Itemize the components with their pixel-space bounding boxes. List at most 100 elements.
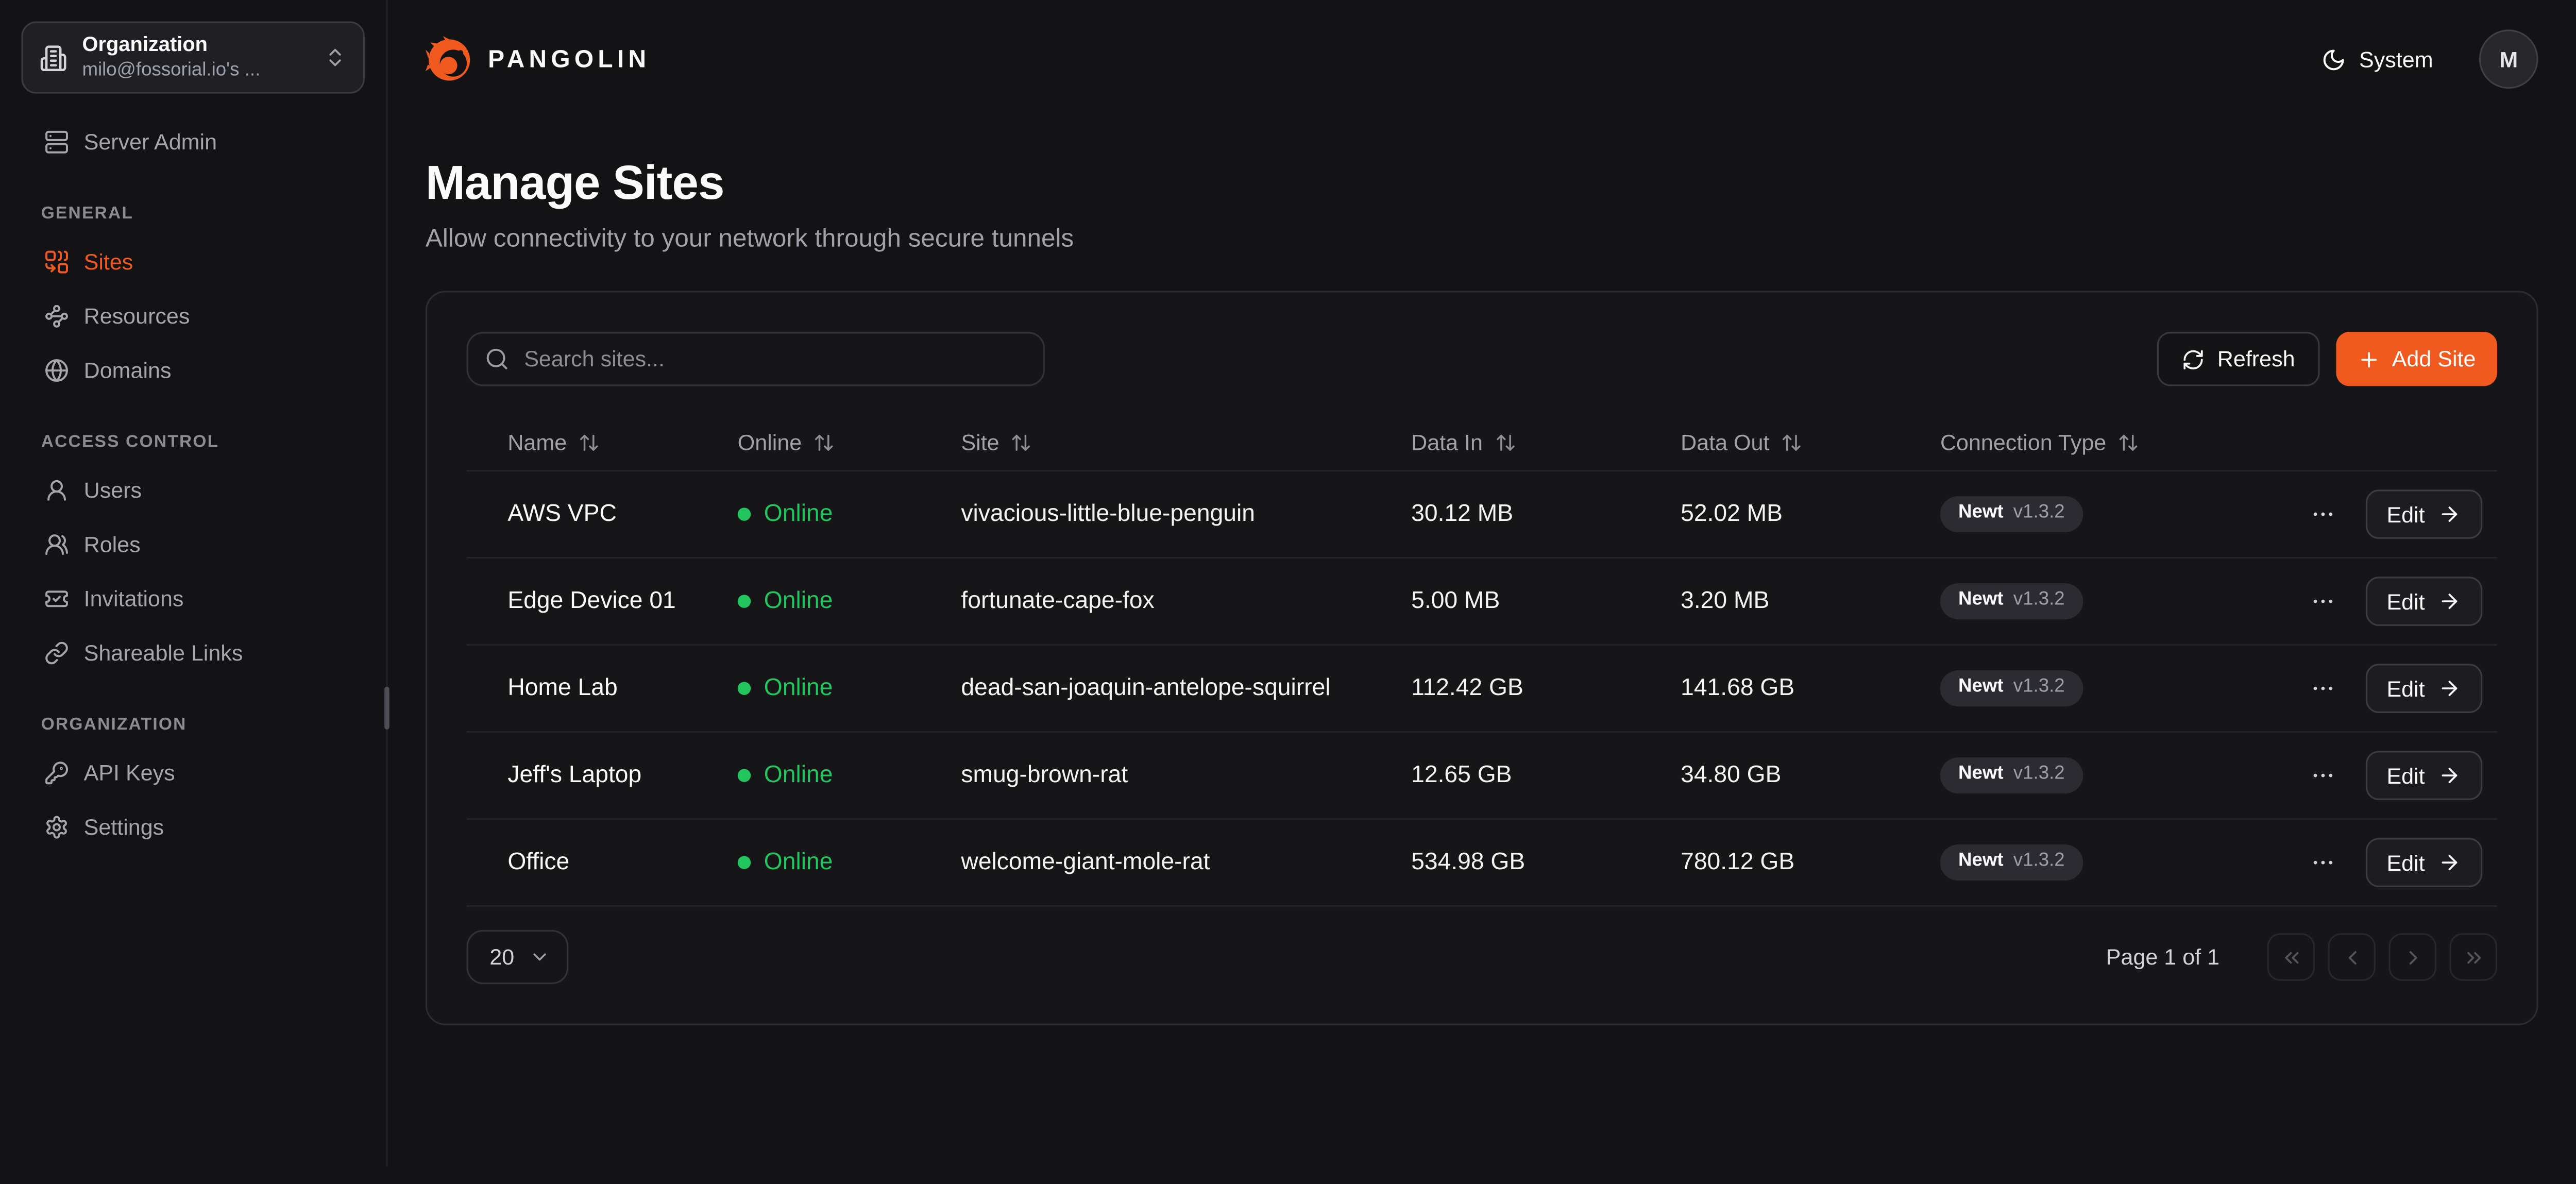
column-header-name[interactable]: Name [507, 430, 737, 454]
connection-type-name: Newt [1958, 766, 2004, 785]
connection-type-name: Newt [1958, 679, 2004, 698]
column-header-data-in[interactable]: Data In [1411, 430, 1681, 454]
sort-arrows-icon [1781, 431, 1802, 452]
next-page-button[interactable] [2388, 933, 2436, 980]
user-icon [44, 478, 69, 503]
column-header-online[interactable]: Online [738, 430, 961, 454]
chevrons-left-icon [2279, 945, 2302, 969]
column-header-data-out[interactable]: Data Out [1681, 430, 1940, 454]
sidebar-item-label: API Keys [84, 760, 175, 785]
pangolin-mark-icon [426, 36, 473, 83]
toolbar-actions: Refresh Add Site [2157, 332, 2497, 386]
page-size-select[interactable]: 20 [467, 930, 569, 984]
connection-type-name: Newt [1958, 592, 2004, 611]
sidebar-item-users[interactable]: Users [21, 463, 364, 517]
online-dot [738, 769, 751, 782]
chevrons-right-icon [2462, 945, 2485, 969]
row-menu-button[interactable] [2306, 498, 2339, 531]
ellipsis-icon [2310, 850, 2336, 876]
connection-type-version: v1.3.2 [2013, 679, 2065, 698]
refresh-button[interactable]: Refresh [2157, 332, 2320, 386]
row-menu-button[interactable] [2306, 672, 2339, 705]
theme-toggle-button[interactable]: System [2312, 45, 2443, 73]
pangolin-logo[interactable]: PANGOLIN [426, 36, 650, 83]
sidebar-item-api-keys[interactable]: API Keys [21, 746, 364, 800]
site-tunnel-cell: welcome-giant-mole-rat [961, 850, 1411, 876]
sidebar-section-organization: ORGANIZATION [21, 715, 364, 734]
first-page-button[interactable] [2267, 933, 2315, 980]
connection-type-cell: Newt v1.3.2 [1940, 845, 2277, 881]
data-in-cell: 30.12 MB [1411, 501, 1681, 528]
data-out-cell: 780.12 GB [1681, 850, 1940, 876]
table-header-row: Name Online Site Data In Data Out [467, 414, 2497, 470]
add-site-button[interactable]: Add Site [2336, 332, 2497, 386]
data-in-cell: 534.98 GB [1411, 850, 1681, 876]
previous-page-button[interactable] [2328, 933, 2375, 980]
waypoints-icon [44, 304, 69, 329]
row-actions-cell: Edit [2277, 489, 2497, 539]
sort-arrows-icon [814, 431, 835, 452]
online-dot [738, 856, 751, 869]
site-name-cell: Home Lab [507, 675, 737, 702]
sidebar-item-label: Server Admin [84, 130, 217, 155]
row-menu-button[interactable] [2306, 846, 2339, 879]
edit-label: Edit [2386, 589, 2425, 614]
sidebar-resize-handle[interactable] [384, 687, 389, 730]
pagination-controls [2267, 933, 2497, 980]
connection-type-version: v1.3.2 [2013, 853, 2065, 872]
edit-button[interactable]: Edit [2365, 838, 2482, 887]
sort-arrows-icon [1494, 431, 1515, 452]
online-dot [738, 508, 751, 521]
column-header-site[interactable]: Site [961, 430, 1411, 454]
connection-type-cell: Newt v1.3.2 [1940, 497, 2277, 532]
data-in-cell: 5.00 MB [1411, 588, 1681, 615]
online-dot [738, 595, 751, 608]
main-content: PANGOLIN System M Manage Sites Allow con… [389, 0, 2576, 1166]
chevron-right-icon [2401, 945, 2424, 969]
organization-value: milo@fossorial.io's ... [82, 59, 309, 82]
column-header-connection-type[interactable]: Connection Type [1940, 430, 2277, 454]
topbar-right: System M [2312, 29, 2538, 89]
row-actions-cell: Edit [2277, 838, 2497, 887]
edit-label: Edit [2386, 850, 2425, 875]
site-status-cell: Online [738, 675, 961, 702]
sidebar-item-server-admin[interactable]: Server Admin [21, 115, 364, 169]
row-menu-button[interactable] [2306, 759, 2339, 792]
brand-name: PANGOLIN [488, 45, 650, 73]
sidebar-item-resources[interactable]: Resources [21, 289, 364, 343]
ellipsis-icon [2310, 675, 2336, 702]
sidebar-item-sites[interactable]: Sites [21, 235, 364, 289]
sidebar-item-shareable-links[interactable]: Shareable Links [21, 626, 364, 680]
edit-button[interactable]: Edit [2365, 577, 2482, 626]
column-label: Data In [1411, 430, 1483, 454]
sidebar-item-settings[interactable]: Settings [21, 800, 364, 854]
gear-icon [44, 815, 69, 840]
organization-selector[interactable]: Organization milo@fossorial.io's ... [21, 21, 364, 93]
organization-label: Organization [82, 33, 309, 59]
site-tunnel-cell: dead-san-joaquin-antelope-squirrel [961, 675, 1411, 702]
row-menu-button[interactable] [2306, 585, 2339, 618]
table-row: Edge Device 01 Online fortunate-cape-fox… [467, 557, 2497, 644]
table-body: AWS VPC Online vivacious-little-blue-pen… [467, 470, 2497, 907]
users-icon [44, 532, 69, 557]
add-site-label: Add Site [2392, 347, 2476, 371]
connection-type-badge: Newt v1.3.2 [1940, 584, 2083, 619]
sidebar-item-domains[interactable]: Domains [21, 343, 364, 397]
sidebar-item-label: Resources [84, 304, 190, 329]
connection-type-version: v1.3.2 [2013, 505, 2065, 524]
edit-button[interactable]: Edit [2365, 751, 2482, 800]
row-actions-cell: Edit [2277, 577, 2497, 626]
edit-button[interactable]: Edit [2365, 664, 2482, 713]
server-icon [44, 130, 69, 155]
sidebar-item-roles[interactable]: Roles [21, 517, 364, 571]
last-page-button[interactable] [2449, 933, 2497, 980]
edit-button[interactable]: Edit [2365, 489, 2482, 539]
edit-label: Edit [2386, 502, 2425, 527]
site-tunnel-cell: vivacious-little-blue-penguin [961, 501, 1411, 528]
sidebar-item-invitations[interactable]: Invitations [21, 572, 364, 626]
search-input[interactable] [467, 332, 1045, 386]
site-status-cell: Online [738, 763, 961, 789]
online-label: Online [764, 850, 833, 876]
user-avatar[interactable]: M [2479, 29, 2538, 89]
connection-type-cell: Newt v1.3.2 [1940, 671, 2277, 706]
